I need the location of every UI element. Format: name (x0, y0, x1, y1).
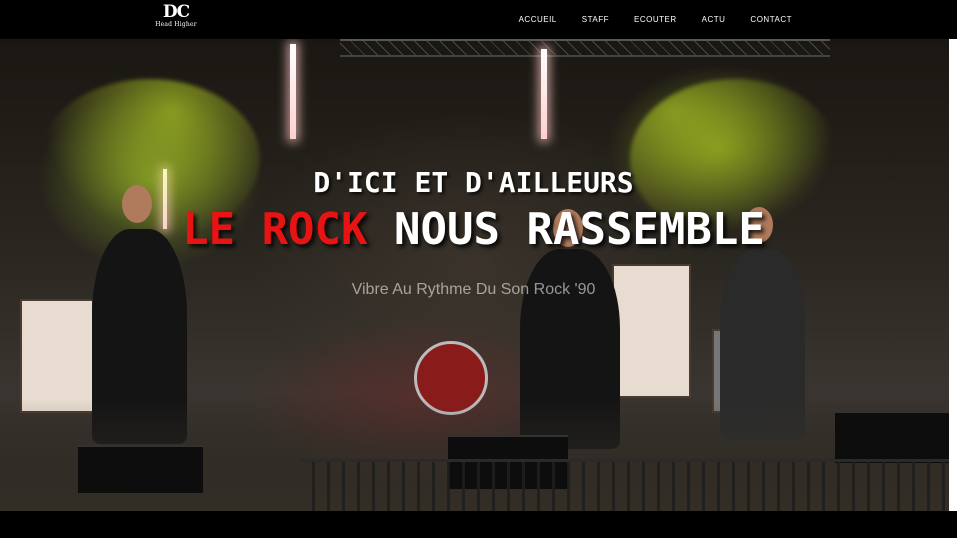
hero-heading: LE ROCK NOUS RASSEMBLE (0, 205, 947, 255)
light-tube (541, 49, 547, 139)
page-edge (949, 39, 957, 511)
nav-link-contact[interactable]: CONTACT (750, 15, 792, 24)
hero-tagline: Vibre Au Rythme Du Son Rock '90 (351, 281, 596, 298)
stage-monitor (835, 411, 949, 463)
stage-monitor (78, 445, 203, 493)
logo-mark: DC (162, 2, 190, 22)
amplifier (20, 299, 94, 413)
hero-heading-highlight: LE ROCK (182, 204, 368, 255)
logo-tagline: Head Higher (155, 21, 197, 28)
main-nav: ACCUEIL STAFF ECOUTER ACTU CONTACT (519, 0, 792, 39)
hero-subheading: D'ICI ET D'AILLEURS (313, 166, 634, 199)
nav-link-accueil[interactable]: ACCUEIL (519, 15, 557, 24)
light-tube (290, 44, 296, 139)
nav-link-staff[interactable]: STAFF (582, 15, 609, 24)
bottom-bar (0, 511, 957, 538)
crowd-barrier (300, 459, 949, 511)
nav-link-ecouter[interactable]: ECOUTER (634, 15, 677, 24)
hero-banner-image (0, 39, 949, 511)
top-navbar: DC Head Higher ACCUEIL STAFF ECOUTER ACT… (0, 0, 957, 39)
stage-truss (340, 39, 830, 57)
site-logo[interactable]: DC Head Higher (152, 4, 200, 34)
nav-link-actu[interactable]: ACTU (702, 15, 726, 24)
hero-heading-rest: NOUS RASSEMBLE (367, 204, 765, 255)
